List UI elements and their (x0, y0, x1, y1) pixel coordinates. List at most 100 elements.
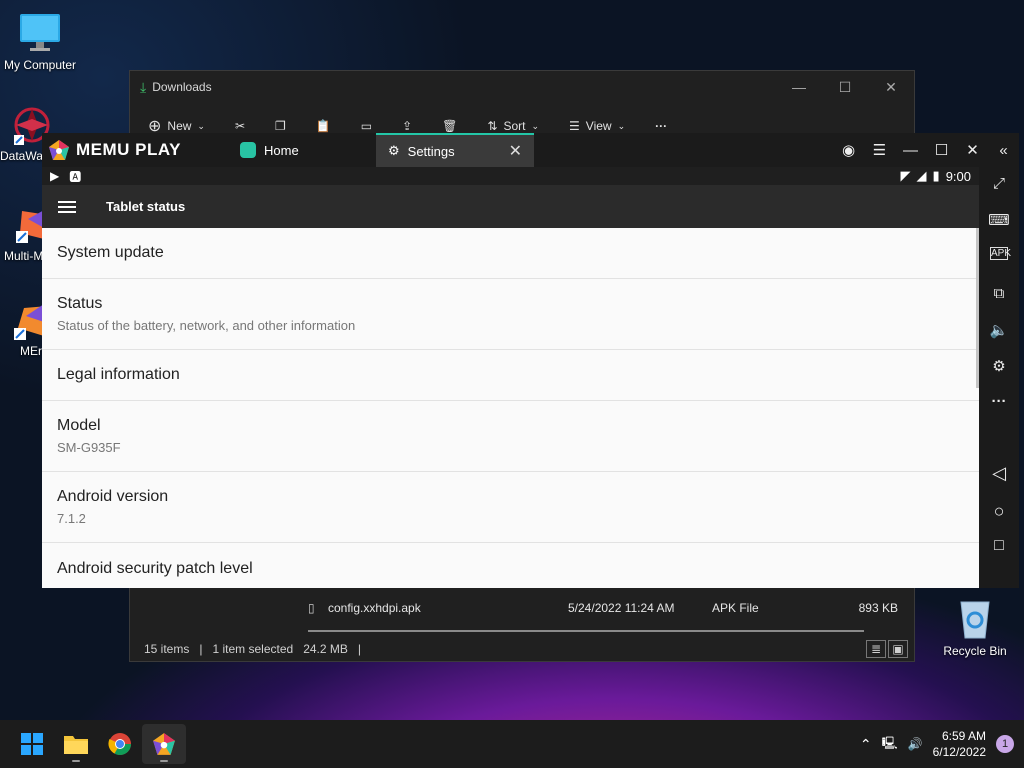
chevron-up-icon[interactable]: ⌃ (860, 736, 872, 753)
back-nav-icon[interactable]: ◁ (979, 463, 1019, 484)
memu-logo-icon (49, 140, 69, 160)
explorer-title: Downloads (152, 80, 212, 94)
list-item-title: Android security patch level (57, 560, 253, 577)
list-item-subtitle: 7.1.2 (57, 511, 86, 526)
collapse-sidebar-icon[interactable]: « (988, 142, 1019, 159)
paste-icon[interactable]: 📋 (316, 119, 331, 133)
recents-nav-icon[interactable]: □ (979, 537, 1019, 555)
horizontal-scrollbar[interactable] (308, 630, 864, 632)
tiles-view-icon[interactable]: ▣ (888, 640, 908, 658)
maximize-button[interactable]: ☐ (822, 79, 868, 96)
chrome-icon (108, 733, 131, 755)
details-view-icon[interactable]: ≣ (866, 640, 886, 658)
list-item-android-version[interactable]: Android version 7.1.2 (42, 472, 979, 543)
close-button[interactable]: ✕ (868, 79, 914, 96)
list-item-model[interactable]: Model SM-G935F (42, 401, 979, 472)
monitor-icon (18, 10, 62, 54)
desktop-icon-memu[interactable]: MEr (14, 300, 50, 358)
android-screen[interactable]: ▶ 🅰 ◤ ◢ ▮ 9:00 Tablet status System upda… (42, 167, 979, 588)
item-count: 15 items (144, 642, 190, 656)
desktop-icon-datawa[interactable]: DataWa (0, 105, 50, 163)
clock-time: 6:59 AM (941, 729, 986, 743)
memu-sidebar: ⤢ ⌨ APK ⧉ 🔈 ⚙ ··· ◁ ○ □ (979, 167, 1019, 588)
desktop-icon-label: Multi-M (4, 249, 44, 263)
file-explorer-taskbar-button[interactable] (54, 724, 98, 764)
file-size: 893 KB (858, 601, 898, 615)
clock-date: 6/12/2022 (932, 745, 986, 759)
settings-app-bar: Tablet status (42, 185, 979, 228)
share-icon[interactable]: ⇪ (402, 119, 412, 133)
home-nav-icon[interactable]: ○ (979, 501, 1019, 522)
tab-settings[interactable]: ⚙ Settings ✕ (376, 133, 534, 167)
view-list-icon: ☰ (569, 119, 580, 133)
copy-icon[interactable]: ❐ (275, 119, 286, 133)
wifi-icon: ◤ (900, 168, 911, 183)
chevron-down-icon: ⌄ (617, 120, 626, 131)
view-button[interactable]: ☰ View ⌄ (569, 119, 625, 133)
cut-icon[interactable]: ✂ (235, 119, 245, 133)
maximize-button[interactable]: ☐ (926, 141, 957, 159)
memu-logo-icon (153, 733, 175, 755)
start-button[interactable] (10, 724, 54, 764)
notification-badge[interactable]: 1 (996, 735, 1014, 753)
more-options-icon[interactable]: ··· (655, 119, 667, 133)
desktop-icon-label: MEr (20, 344, 42, 358)
file-type: APK File (712, 601, 759, 615)
list-item-subtitle: Status of the battery, network, and othe… (57, 318, 356, 333)
clock[interactable]: 6:59 AM 6/12/2022 (933, 728, 986, 760)
memu-titlebar[interactable]: MEMU PLAY Home ⚙ Settings ✕ ◉ ☰ — ☐ ✕ « (42, 133, 1019, 167)
list-item-security-patch-level[interactable]: Android security patch level (42, 543, 979, 588)
desktop-icon-recycle-bin[interactable]: Recycle Bin (935, 596, 1015, 658)
minimize-button[interactable]: — (776, 79, 822, 96)
rename-icon[interactable]: ▭ (361, 119, 372, 133)
file-list-row[interactable]: ▯ config.xxhdpi.apk 5/24/2022 11:24 AM A… (308, 597, 898, 619)
memu-play-window[interactable]: MEMU PLAY Home ⚙ Settings ✕ ◉ ☰ — ☐ ✕ « … (42, 133, 1019, 588)
sort-icon: ⇅ (487, 119, 498, 133)
list-item-title: Android version (57, 488, 169, 505)
sort-button[interactable]: ⇅ Sort ⌄ (487, 119, 539, 133)
apk-install-icon[interactable]: APK (990, 247, 1011, 260)
multi-window-icon[interactable]: ⧉ (979, 285, 1019, 302)
download-icon: ⤓ (140, 78, 147, 95)
hamburger-menu-icon[interactable] (58, 198, 76, 216)
chevron-down-icon: ⌄ (531, 120, 540, 131)
desktop-icon-label: Recycle Bin (943, 644, 1007, 658)
tab-home[interactable]: Home (228, 133, 376, 167)
explorer-statusbar: 15 items | 1 item selected 24.2 MB | ≣ ▣ (130, 637, 914, 661)
volume-icon[interactable]: 🔊 (908, 737, 923, 751)
new-label: New (167, 119, 192, 133)
list-item-legal-information[interactable]: Legal information (42, 350, 979, 401)
menu-icon[interactable]: ☰ (864, 141, 895, 159)
desktop-icon-my-computer[interactable]: My Computer (0, 10, 80, 72)
chevron-down-icon: ⌄ (197, 120, 205, 131)
list-item-system-update[interactable]: System update (42, 228, 979, 279)
list-item-status[interactable]: Status Status of the battery, network, a… (42, 279, 979, 350)
fullscreen-icon[interactable]: ⤢ (979, 175, 1019, 192)
desktop-icon-label: My Computer (3, 58, 77, 72)
memu-taskbar-button[interactable] (142, 724, 186, 764)
account-icon[interactable]: ◉ (833, 141, 864, 159)
desktop-icon-multi-memu[interactable]: Multi-M (4, 205, 48, 263)
network-icon[interactable]: 🖳 (882, 734, 898, 755)
sort-label: Sort (503, 119, 526, 133)
settings-list: System update Status Status of the batte… (42, 228, 979, 588)
close-button[interactable]: ✕ (957, 141, 988, 159)
memu-logo: MEMU PLAY (48, 139, 228, 161)
settings-gear-icon[interactable]: ⚙ (979, 357, 1019, 375)
apk-file-icon: ▯ (308, 601, 315, 615)
close-tab-icon[interactable]: ✕ (509, 141, 522, 161)
folder-icon (64, 736, 88, 754)
volume-up-icon[interactable]: 🔈 (979, 321, 1019, 339)
chrome-taskbar-button[interactable] (98, 724, 142, 764)
keyboard-icon[interactable]: ⌨ (979, 211, 1019, 229)
explorer-titlebar[interactable]: ⤓ Downloads — ☐ ✕ (130, 71, 914, 103)
file-date: 5/24/2022 11:24 AM (568, 601, 675, 615)
system-tray: ⌃ 🖳 🔊 6:59 AM 6/12/2022 1 (860, 728, 1024, 760)
recycle-bin-icon (955, 596, 995, 640)
android-status-bar: ▶ 🅰 ◤ ◢ ▮ 9:00 (42, 167, 979, 185)
delete-icon[interactable]: 🗑 (442, 119, 457, 133)
file-name: config.xxhdpi.apk (328, 601, 421, 615)
gear-icon: ⚙ (388, 143, 400, 158)
minimize-button[interactable]: — (895, 142, 926, 159)
more-icon[interactable]: ··· (979, 393, 1019, 410)
